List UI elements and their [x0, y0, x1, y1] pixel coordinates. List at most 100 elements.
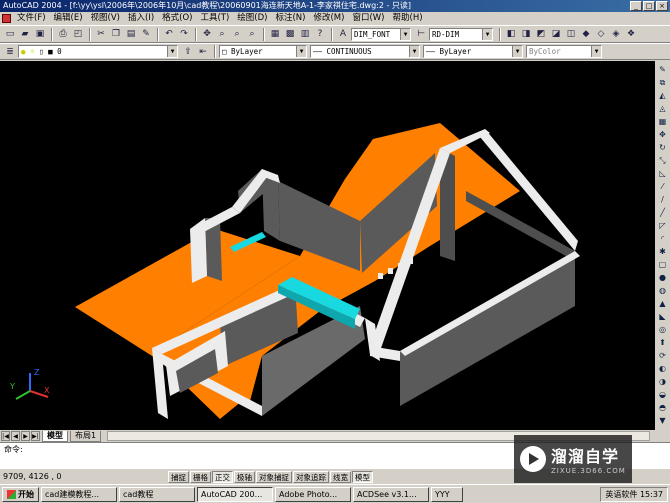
- trim-icon[interactable]: ⁄: [657, 181, 669, 192]
- drawing-viewport[interactable]: Z X Y: [0, 61, 655, 430]
- render-icon[interactable]: ◓: [657, 402, 669, 413]
- lineweight-select[interactable]: —— ByLayer ▼: [423, 45, 523, 58]
- tab-layout1[interactable]: 布局1: [70, 430, 102, 442]
- zoom-previous-icon[interactable]: ⌕: [245, 28, 259, 41]
- move-icon[interactable]: ✥: [657, 129, 669, 140]
- grid-toggle[interactable]: 栅格: [190, 470, 211, 483]
- taskbar-item[interactable]: cad建模教程...: [41, 486, 117, 502]
- menu-tools[interactable]: 工具(T): [196, 12, 233, 25]
- minimize-button[interactable]: _: [630, 1, 642, 11]
- copy-icon[interactable]: ❐: [109, 28, 123, 41]
- taskbar-item[interactable]: ACDSee v3.1...: [353, 486, 429, 502]
- zoom-window-icon[interactable]: ⌕: [230, 28, 244, 41]
- chevron-down-icon[interactable]: ▼: [400, 28, 410, 40]
- lineweight-toggle[interactable]: 线宽: [330, 470, 351, 483]
- right-view-icon[interactable]: ◫: [564, 28, 578, 41]
- tray-app-label[interactable]: 英语软件: [605, 490, 637, 499]
- layer-previous-icon[interactable]: ⇤: [196, 45, 210, 58]
- properties-icon[interactable]: ▦: [268, 28, 282, 41]
- close-button[interactable]: ×: [656, 1, 668, 11]
- copy-object-icon[interactable]: ⧉: [657, 77, 669, 88]
- torus-icon[interactable]: ◎: [657, 324, 669, 335]
- taskbar-item[interactable]: cad教程: [119, 486, 195, 502]
- start-button[interactable]: 开始: [2, 486, 39, 502]
- fillet-icon[interactable]: ◜: [657, 233, 669, 244]
- menu-view[interactable]: 视图(V): [87, 12, 124, 25]
- plot-preview-icon[interactable]: ◰: [71, 28, 85, 41]
- save-icon[interactable]: ▣: [33, 28, 47, 41]
- top-view-icon[interactable]: ◨: [519, 28, 533, 41]
- iso-ne-icon[interactable]: ◈: [609, 28, 623, 41]
- iso-sw-icon[interactable]: ◆: [579, 28, 593, 41]
- erase-icon[interactable]: ✎: [657, 64, 669, 75]
- coordinate-readout[interactable]: 9709, 4126 , 0: [0, 472, 168, 481]
- left-view-icon[interactable]: ◪: [549, 28, 563, 41]
- tab-last-icon[interactable]: ▶|: [31, 431, 40, 441]
- help-icon[interactable]: ?: [313, 28, 327, 41]
- chevron-down-icon[interactable]: ▼: [296, 46, 306, 57]
- menu-draw[interactable]: 绘图(D): [233, 12, 271, 25]
- layer-select[interactable]: ● ☼ ▯ ■ 0 ▼: [18, 45, 178, 58]
- chamfer-icon[interactable]: ◸: [657, 220, 669, 231]
- osnap-toggle[interactable]: 对象捕捉: [256, 470, 292, 483]
- design-center-icon[interactable]: ▩: [283, 28, 297, 41]
- front-view-icon[interactable]: ◩: [534, 28, 548, 41]
- taskbar-item-autocad[interactable]: AutoCAD 200...: [197, 486, 273, 502]
- snap-toggle[interactable]: 捕捉: [168, 470, 189, 483]
- tab-prev-icon[interactable]: ◀: [11, 431, 20, 441]
- offset-icon[interactable]: ◬: [657, 103, 669, 114]
- new-file-icon[interactable]: ▭: [3, 28, 17, 41]
- menu-help[interactable]: 帮助(H): [389, 12, 427, 25]
- cylinder-icon[interactable]: ◍: [657, 285, 669, 296]
- wedge-icon[interactable]: ◣: [657, 311, 669, 322]
- polar-toggle[interactable]: 极轴: [234, 470, 255, 483]
- layer-manager-icon[interactable]: ≣: [3, 45, 17, 58]
- text-style-icon[interactable]: A: [336, 28, 350, 41]
- tab-next-icon[interactable]: ▶: [21, 431, 30, 441]
- break-icon[interactable]: ╱: [657, 207, 669, 218]
- model-toggle[interactable]: 模型: [352, 470, 373, 483]
- explode-icon[interactable]: ✱: [657, 246, 669, 257]
- taskbar-item[interactable]: Adobe Photo...: [275, 486, 351, 502]
- iso-nw-icon[interactable]: ❖: [624, 28, 638, 41]
- chevron-down-icon[interactable]: ▼: [512, 46, 522, 57]
- menu-insert[interactable]: 插入(I): [124, 12, 158, 25]
- paste-icon[interactable]: ▤: [124, 28, 138, 41]
- autocad-app-icon[interactable]: [2, 14, 11, 23]
- pan-icon[interactable]: ✥: [200, 28, 214, 41]
- scale-icon[interactable]: ⤡: [657, 155, 669, 166]
- linetype-select[interactable]: —— CONTINUOUS ▼: [310, 45, 420, 58]
- chevron-down-icon[interactable]: ▼: [482, 28, 492, 40]
- menu-modify[interactable]: 修改(M): [309, 12, 348, 25]
- maximize-button[interactable]: □: [643, 1, 655, 11]
- match-properties-icon[interactable]: ✎: [139, 28, 153, 41]
- undo-icon[interactable]: ↶: [162, 28, 176, 41]
- scroll-down-icon[interactable]: ▼: [657, 415, 669, 426]
- tab-model[interactable]: 模型: [42, 430, 68, 442]
- tab-first-icon[interactable]: |◀: [1, 431, 10, 441]
- menu-dimension[interactable]: 标注(N): [271, 12, 309, 25]
- redo-icon[interactable]: ↷: [177, 28, 191, 41]
- zoom-realtime-icon[interactable]: ⌕: [215, 28, 229, 41]
- dim-style-icon[interactable]: ⊢: [414, 28, 428, 41]
- stretch-icon[interactable]: ◺: [657, 168, 669, 179]
- box-icon[interactable]: ▢: [657, 259, 669, 270]
- make-current-layer-icon[interactable]: ⇪: [181, 45, 195, 58]
- slice-icon[interactable]: ◐: [657, 363, 669, 374]
- shade-icon[interactable]: ◒: [657, 389, 669, 400]
- menu-window[interactable]: 窗口(W): [348, 12, 388, 25]
- menu-file[interactable]: 文件(F): [13, 12, 50, 25]
- open-file-icon[interactable]: ▰: [18, 28, 32, 41]
- array-icon[interactable]: ▦: [657, 116, 669, 127]
- otrack-toggle[interactable]: 对象追踪: [293, 470, 329, 483]
- view-toolbar-icon[interactable]: ◧: [504, 28, 518, 41]
- rotate-icon[interactable]: ↻: [657, 142, 669, 153]
- mirror-icon[interactable]: ◭: [657, 90, 669, 101]
- tool-palette-icon[interactable]: ▥: [298, 28, 312, 41]
- ortho-toggle[interactable]: 正交: [212, 470, 233, 483]
- revolve-icon[interactable]: ⟳: [657, 350, 669, 361]
- chevron-down-icon[interactable]: ▼: [409, 46, 419, 57]
- taskbar-item[interactable]: YYY: [431, 486, 463, 502]
- section-icon[interactable]: ◑: [657, 376, 669, 387]
- sphere-icon[interactable]: ●: [657, 272, 669, 283]
